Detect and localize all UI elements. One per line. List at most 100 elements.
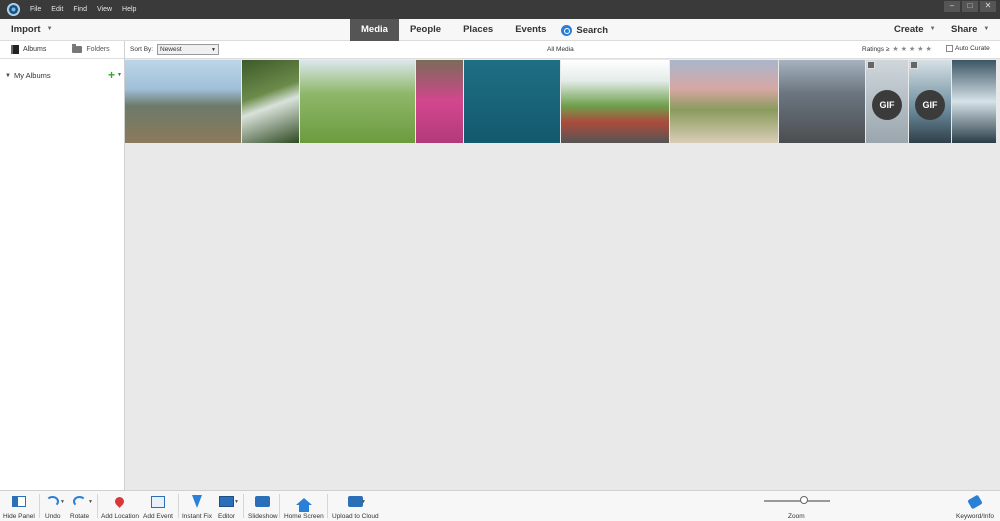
tab-people[interactable]: People: [399, 19, 452, 41]
editor-label: Editor: [218, 513, 235, 520]
organizer-window: File Edit Find View Help – □ ✕ Import ▼ M…: [0, 0, 1000, 521]
chevron-down-icon[interactable]: ▼: [88, 499, 93, 505]
menu: File Edit Find View Help: [30, 6, 146, 13]
instant-fix-button[interactable]: Instant Fix: [182, 493, 212, 520]
toolbar-divider: [39, 494, 40, 518]
menu-view[interactable]: View: [97, 6, 112, 13]
sort-value: Newest: [160, 46, 182, 53]
home-icon: [295, 498, 312, 512]
editor-icon: [218, 496, 234, 507]
undo-label: Undo: [45, 513, 61, 520]
import-label: Import: [11, 24, 41, 35]
share-button[interactable]: Share ▼: [951, 24, 989, 35]
hide-panel-button[interactable]: Hide Panel: [3, 493, 35, 520]
rating-stars[interactable]: ★★★★★: [892, 45, 933, 53]
media-thumbnail[interactable]: [670, 60, 778, 143]
gif-thumbnail[interactable]: GIF: [866, 60, 908, 143]
undo-button[interactable]: Undo: [45, 493, 61, 520]
media-thumbnail[interactable]: [416, 60, 463, 143]
chevron-down-icon: ▼: [983, 26, 990, 32]
chevron-down-icon[interactable]: ▼: [60, 499, 65, 505]
expand-triangle-icon[interactable]: ▼: [5, 73, 11, 79]
media-thumbnail[interactable]: [464, 60, 560, 143]
chevron-down-icon[interactable]: ▼: [234, 499, 239, 505]
media-type-icon: [867, 61, 875, 69]
auto-curate-toggle[interactable]: Auto Curate: [946, 45, 990, 52]
folder-icon: [72, 44, 83, 53]
sort-select[interactable]: Newest ▼: [157, 44, 219, 55]
share-label: Share: [951, 24, 978, 35]
tab-places[interactable]: Places: [452, 19, 504, 41]
editor-button[interactable]: Editor: [218, 493, 235, 520]
add-album-button[interactable]: +: [108, 68, 115, 82]
toolbar-divider: [327, 494, 328, 518]
tab-folders[interactable]: Folders: [72, 44, 110, 53]
media-thumbnail[interactable]: [779, 60, 865, 143]
content-header: Sort By: Newest ▼ All Media Ratings ≥ ★★…: [125, 41, 1000, 59]
chevron-down-icon[interactable]: ▼: [361, 499, 366, 505]
menu-file[interactable]: File: [30, 6, 41, 13]
create-button[interactable]: Create ▼: [894, 24, 936, 35]
tab-albums[interactable]: Albums: [11, 45, 46, 54]
add-event-label: Add Event: [143, 513, 173, 520]
menu-help[interactable]: Help: [122, 6, 136, 13]
upload-to-cloud-label: Upload to Cloud: [332, 513, 379, 520]
folders-label: Folders: [86, 46, 110, 53]
maximize-button[interactable]: □: [962, 1, 978, 12]
create-label: Create: [894, 24, 924, 35]
top-navigation: Import ▼ Media People Places Events Searc…: [0, 19, 1000, 41]
media-thumbnail[interactable]: [561, 60, 669, 143]
gif-thumbnail[interactable]: GIF: [909, 60, 951, 143]
location-pin-icon: [113, 495, 127, 508]
slideshow-button[interactable]: Slideshow: [248, 493, 278, 520]
media-thumbnail[interactable]: [242, 60, 299, 143]
toolbar-divider: [279, 494, 280, 518]
ratings-filter: Ratings ≥ ★★★★★: [862, 45, 934, 54]
zoom-slider-handle[interactable]: [800, 496, 808, 504]
media-thumbnail[interactable]: [952, 60, 996, 143]
rotate-label: Rotate: [70, 513, 90, 520]
zoom-slider-track[interactable]: [764, 500, 830, 502]
chevron-down-icon[interactable]: ▼: [117, 72, 122, 78]
tab-events[interactable]: Events: [504, 19, 557, 41]
gif-badge: GIF: [872, 89, 902, 120]
zoom-label: Zoom: [788, 513, 805, 520]
rotate-button[interactable]: Rotate: [70, 493, 89, 520]
toolbar-divider: [243, 494, 244, 518]
media-thumbnail[interactable]: [125, 60, 241, 143]
chevron-down-icon: ▼: [211, 47, 216, 53]
undo-icon: [46, 496, 60, 507]
add-location-button[interactable]: Add Location: [101, 493, 139, 520]
rotate-icon: [73, 496, 87, 507]
tab-media[interactable]: Media: [350, 19, 399, 41]
slideshow-icon: [255, 496, 271, 507]
gif-badge: GIF: [915, 89, 945, 120]
instant-fix-label: Instant Fix: [182, 513, 212, 520]
add-event-button[interactable]: Add Event: [143, 493, 173, 520]
panel-icon: [11, 496, 26, 507]
slideshow-label: Slideshow: [248, 513, 278, 520]
my-albums-label: My Albums: [13, 71, 51, 80]
toolbar-divider: [178, 494, 179, 518]
menu-find[interactable]: Find: [73, 6, 87, 13]
media-grid: GIF GIF: [125, 59, 1000, 490]
media-thumbnail[interactable]: [300, 60, 415, 143]
import-button[interactable]: Import ▼: [11, 24, 53, 35]
search-button[interactable]: Search: [557, 19, 608, 41]
chevron-down-icon: ▼: [46, 26, 53, 32]
minimize-button[interactable]: –: [944, 1, 960, 12]
sort-by-label: Sort By:: [130, 46, 154, 53]
menu-edit[interactable]: Edit: [51, 6, 63, 13]
upload-to-cloud-button[interactable]: Upload to Cloud: [332, 493, 379, 520]
app-logo-icon: [7, 3, 20, 16]
hide-panel-label: Hide Panel: [3, 513, 35, 520]
keyword-info-button[interactable]: Keyword/Info: [956, 493, 994, 520]
search-label: Search: [576, 24, 609, 36]
keyword-info-label: Keyword/Info: [956, 513, 994, 520]
add-location-label: Add Location: [101, 513, 139, 520]
search-icon: [561, 24, 573, 36]
home-screen-button[interactable]: Home Screen: [284, 493, 324, 520]
close-button[interactable]: ✕: [980, 1, 996, 12]
auto-curate-checkbox[interactable]: [946, 45, 953, 52]
my-albums-group[interactable]: ▼ My Albums: [5, 71, 51, 80]
